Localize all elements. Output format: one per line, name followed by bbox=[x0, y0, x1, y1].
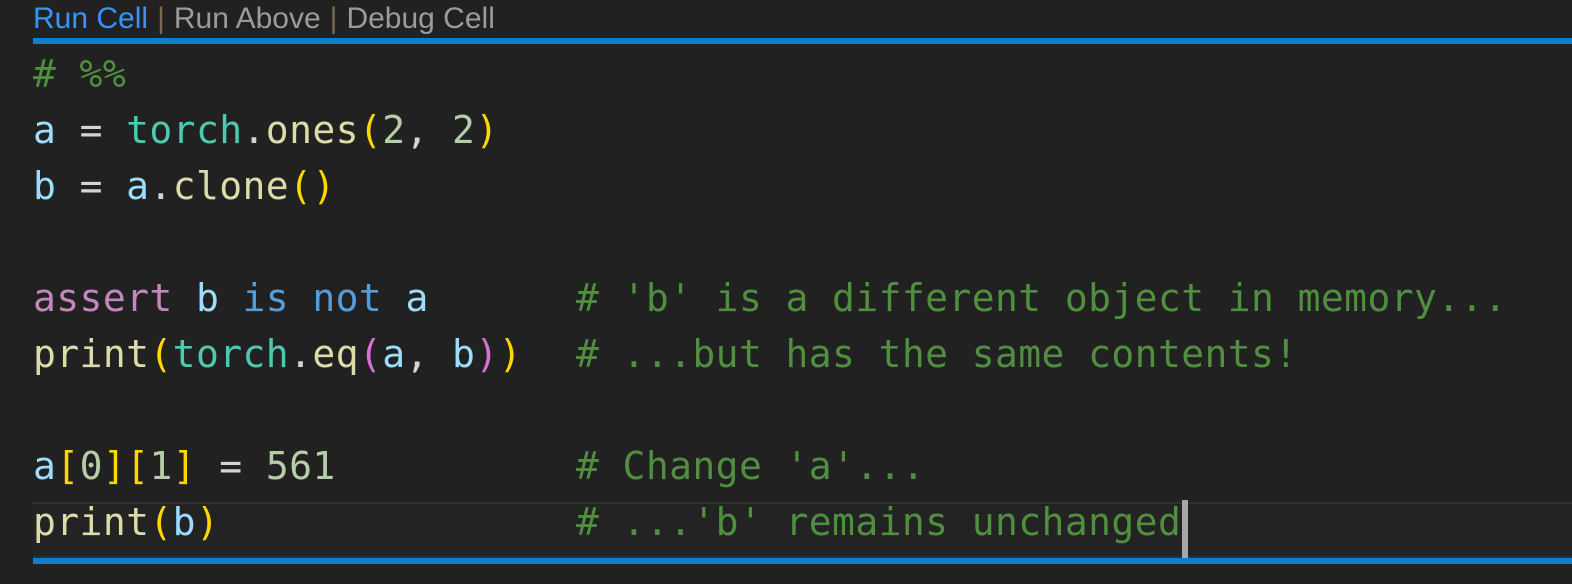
cell-boundary-bottom bbox=[33, 558, 1572, 564]
code-token: 2 bbox=[382, 108, 406, 152]
codelens-separator-2: | bbox=[329, 2, 338, 35]
code-token: 561 bbox=[265, 444, 336, 488]
code-token: b bbox=[33, 164, 57, 208]
code-token: a bbox=[33, 444, 57, 488]
code-line[interactable]: b = a.clone() bbox=[33, 158, 522, 214]
code-token: b bbox=[452, 332, 476, 376]
code-token: ] bbox=[102, 444, 127, 488]
code-token: ( bbox=[149, 332, 173, 376]
code-line[interactable]: print(b) # ...'b' remains unchanged bbox=[33, 494, 1181, 550]
codelens-separator-1: | bbox=[157, 2, 165, 35]
code-token: assert bbox=[33, 276, 173, 320]
code-line[interactable]: a = torch.ones(2, 2) bbox=[33, 102, 522, 158]
code-token: a bbox=[382, 332, 406, 376]
code-token: , bbox=[405, 108, 429, 152]
debug-cell-link[interactable]: Debug Cell bbox=[346, 0, 494, 38]
code-token: a bbox=[33, 108, 57, 152]
code-line[interactable]: # %% bbox=[33, 46, 522, 102]
code-token: not bbox=[312, 276, 383, 320]
code-token: = bbox=[79, 108, 103, 152]
code-token: ) bbox=[498, 332, 522, 376]
code-token: ) bbox=[475, 332, 499, 376]
code-token: , bbox=[405, 332, 429, 376]
code-comment: # ...but has the same contents! bbox=[576, 332, 1298, 376]
code-line[interactable]: print(torch.eq(a, b)) # ...but has the sa… bbox=[33, 326, 1297, 382]
code-token: [ bbox=[56, 444, 80, 488]
code-token: ( bbox=[149, 500, 173, 544]
code-token: 2 bbox=[452, 108, 476, 152]
code-token: ] bbox=[172, 444, 196, 488]
code-token: . bbox=[242, 108, 266, 152]
code-comment: # 'b' is a different object in memory... bbox=[576, 276, 1508, 320]
code-token: ( bbox=[289, 164, 313, 208]
code-content[interactable]: # %% a = torch.ones(2, 2) b = a.clone() ass… bbox=[33, 46, 1507, 550]
code-token: a bbox=[405, 276, 429, 320]
code-token: 1 bbox=[149, 444, 173, 488]
code-token: ( bbox=[358, 332, 383, 376]
code-token: b bbox=[172, 500, 196, 544]
code-token: ( bbox=[358, 108, 383, 152]
code-token: torch bbox=[172, 332, 290, 376]
code-token: b bbox=[195, 276, 220, 320]
code-token: print bbox=[33, 500, 150, 544]
code-token: eq bbox=[312, 332, 359, 376]
code-line[interactable]: assert b is not a # 'b' is a different ob… bbox=[33, 270, 1507, 326]
code-token: ) bbox=[195, 500, 220, 544]
code-token: print bbox=[33, 332, 150, 376]
code-token: ones bbox=[265, 108, 359, 152]
code-token: 0 bbox=[79, 444, 103, 488]
cell-boundary-top bbox=[33, 38, 1572, 44]
code-token: # %% bbox=[33, 52, 127, 96]
run-above-link[interactable]: Run Above bbox=[174, 0, 321, 38]
code-line[interactable]: a[0][1] = 561 # Change 'a'... bbox=[33, 438, 925, 494]
code-token: = bbox=[219, 444, 243, 488]
text-caret bbox=[1182, 500, 1188, 558]
code-token: ) bbox=[312, 164, 336, 208]
code-token: is bbox=[242, 276, 290, 320]
code-token: ) bbox=[475, 108, 499, 152]
code-token: torch bbox=[126, 108, 243, 152]
code-token: . bbox=[149, 164, 173, 208]
code-token: a bbox=[126, 164, 150, 208]
code-token: clone bbox=[172, 164, 290, 208]
code-token: [ bbox=[126, 444, 150, 488]
code-line[interactable] bbox=[33, 214, 522, 270]
code-editor[interactable]: Run Cell | Run Above | Debug Cell # %% a … bbox=[0, 0, 1572, 584]
run-cell-link[interactable]: Run Cell bbox=[33, 0, 148, 38]
code-comment: # ...'b' remains unchanged bbox=[576, 500, 1182, 544]
code-token: . bbox=[289, 332, 313, 376]
codelens-bar: Run Cell | Run Above | Debug Cell bbox=[33, 0, 495, 38]
code-comment: # Change 'a'... bbox=[576, 444, 926, 488]
code-line[interactable] bbox=[33, 382, 522, 438]
code-token: = bbox=[79, 164, 103, 208]
